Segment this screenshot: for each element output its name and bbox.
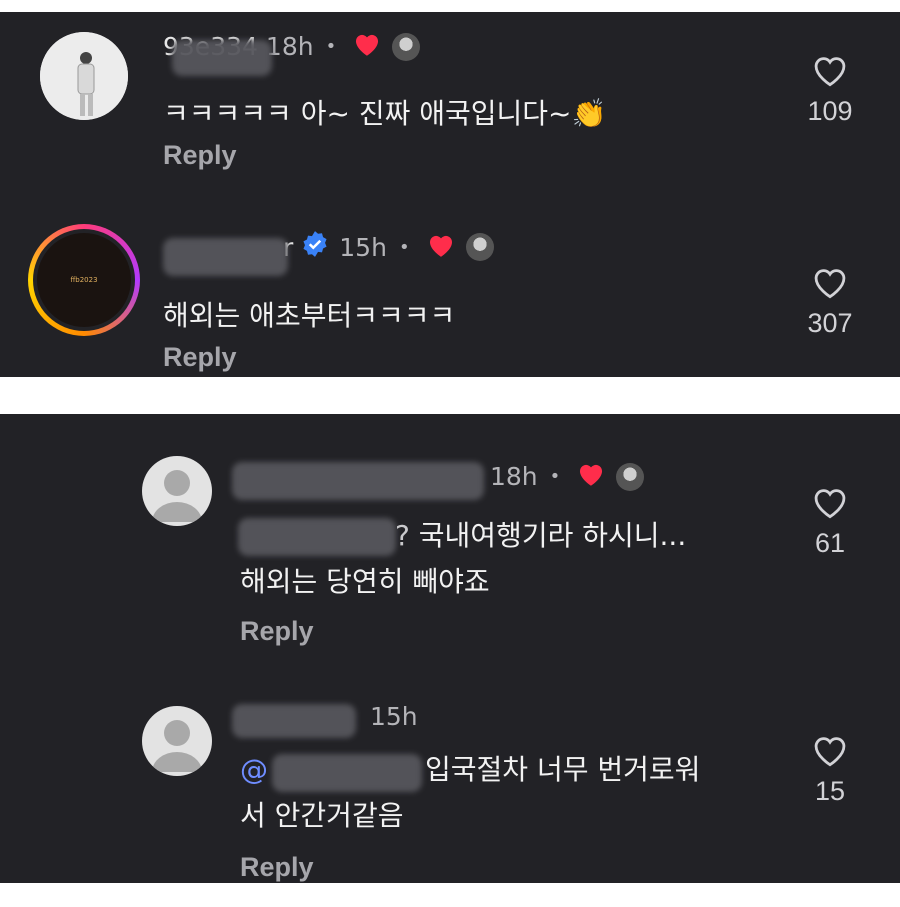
reply-button[interactable]: Reply xyxy=(163,140,237,171)
comment-4: 15h @ 입국절차 너무 번거로워 서 안간거같음 Reply 15 xyxy=(0,664,900,883)
like-control[interactable]: 307 xyxy=(800,264,860,339)
timestamp: 18h xyxy=(490,462,538,491)
heart-outline-icon[interactable] xyxy=(810,732,850,768)
comment-1: 93e334 18h • ㅋㅋㅋㅋㅋ 아~ 진짜 애국입니다~👏 Reply 1… xyxy=(0,12,900,192)
username-redaction xyxy=(163,238,288,276)
person-photo-icon xyxy=(40,32,128,120)
default-avatar-icon[interactable] xyxy=(142,456,212,526)
reply-button[interactable]: Reply xyxy=(240,852,314,883)
comment-meta: 15h xyxy=(370,702,418,731)
comment-text-line2: 해외는 당연히 빼야죠 xyxy=(240,565,490,598)
comment-text-line1: ? 국내여행기라 하시니... xyxy=(395,514,686,558)
mention-redaction xyxy=(238,518,396,556)
like-control[interactable]: 15 xyxy=(800,732,860,807)
mention-redaction xyxy=(272,754,422,792)
creator-liked-heart-icon xyxy=(576,460,606,493)
comment-text-line1: @ xyxy=(240,748,268,792)
heart-outline-icon[interactable] xyxy=(810,52,850,88)
avatar[interactable] xyxy=(40,32,128,120)
default-avatar-icon[interactable] xyxy=(142,706,212,776)
creator-liked-heart-icon xyxy=(426,231,456,264)
comment-text-line1-content: 입국절차 너무 번거로워 xyxy=(425,753,701,786)
clapping-hands-icon: 👏 xyxy=(571,97,607,130)
username-redaction xyxy=(232,704,356,738)
like-count: 61 xyxy=(814,528,846,558)
comment-2: ffb2023 r 15h • 해외는 애초부터ㅋㅋㅋㅋ Reply 307 xyxy=(0,212,900,377)
like-control[interactable]: 61 xyxy=(800,484,860,559)
like-count: 15 xyxy=(814,776,846,806)
like-control[interactable]: 109 xyxy=(800,52,860,127)
comments-panel-bottom: 18h • ? 국내여행기라 하시니... 해외는 당연히 빼야죠 Reply … xyxy=(0,414,900,883)
username-redaction xyxy=(172,40,272,76)
username-redaction xyxy=(232,462,484,500)
comment-text: 해외는 애초부터ㅋㅋㅋㅋ xyxy=(163,299,456,332)
avatar-text: ffb2023 xyxy=(70,276,98,284)
avatar[interactable]: ffb2023 xyxy=(28,224,140,336)
heart-outline-icon[interactable] xyxy=(810,264,850,300)
verified-badge-icon xyxy=(301,230,329,264)
creator-avatar-mini xyxy=(465,233,494,261)
creator-avatar-mini xyxy=(392,32,421,61)
timestamp: 15h xyxy=(370,702,418,731)
comment-3: 18h • ? 국내여행기라 하시니... 해외는 당연히 빼야죠 Reply … xyxy=(0,414,900,659)
heart-outline-icon[interactable] xyxy=(810,484,850,520)
comment-text: ㅋㅋㅋㅋㅋ 아~ 진짜 애국입니다~👏 xyxy=(163,92,606,136)
separator-dot: • xyxy=(549,466,561,487)
like-count: 109 xyxy=(807,96,853,126)
mention[interactable]: ? xyxy=(395,519,410,552)
comment-text-content: ㅋㅋㅋㅋㅋ 아~ 진짜 애국입니다~ xyxy=(163,97,572,130)
comments-panel-top: 93e334 18h • ㅋㅋㅋㅋㅋ 아~ 진짜 애국입니다~👏 Reply 1… xyxy=(0,12,900,377)
comment-meta: 18h • xyxy=(490,460,645,493)
like-count: 307 xyxy=(807,308,853,338)
comment-text-content: 국내여행기라 하시니... xyxy=(418,519,687,552)
reply-button[interactable]: Reply xyxy=(240,616,314,647)
separator-dot: • xyxy=(325,36,337,57)
creator-liked-heart-icon xyxy=(352,30,382,63)
mention[interactable]: @ xyxy=(240,753,268,786)
reply-button[interactable]: Reply xyxy=(163,342,237,373)
separator-dot: • xyxy=(398,236,410,258)
avatar-image: ffb2023 xyxy=(37,233,131,327)
creator-avatar-mini xyxy=(616,462,645,491)
timestamp: 15h xyxy=(339,232,387,262)
timestamp: 18h xyxy=(265,32,314,61)
comment-text-line2: 서 안간거같음 xyxy=(240,799,404,832)
